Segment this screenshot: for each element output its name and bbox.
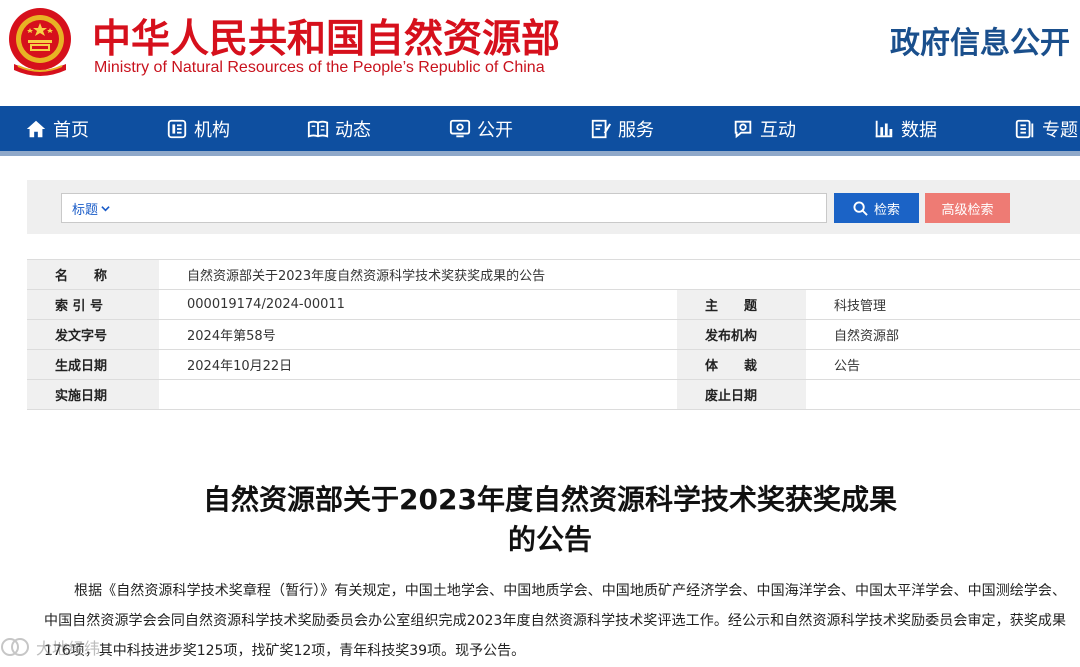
org-icon	[167, 119, 187, 138]
search-button-label: 检索	[873, 202, 900, 218]
index-label: 索 引 号	[27, 289, 159, 320]
nav-item-topic[interactable]: 专题	[1014, 106, 1078, 151]
nav-item-interact[interactable]: 互动	[732, 106, 796, 151]
search-box: 标题	[61, 193, 827, 223]
issuer-value: 自然资源部	[806, 319, 1080, 350]
article-title: 自然资源部关于2023年度自然资源科学技术奖获奖成果 的公告	[150, 480, 950, 560]
nav-item-service[interactable]: 服务	[590, 106, 654, 151]
search-button[interactable]: 检索	[834, 193, 919, 223]
nav-item-news[interactable]: 动态	[307, 106, 371, 151]
name-value: 自然资源部关于2023年度自然资源科学技术奖获奖成果的公告	[159, 259, 1080, 290]
nav-item-label: 首页	[53, 119, 89, 141]
nav-item-label: 公开	[477, 119, 513, 141]
name-label: 名 称	[27, 259, 159, 290]
table-row: 实施日期 废止日期	[27, 379, 1080, 410]
home-icon	[26, 120, 46, 137]
doc-number-label: 发文字号	[27, 319, 159, 350]
genre-value: 公告	[806, 349, 1080, 380]
topic-icon	[1015, 119, 1034, 138]
created-date-label: 生成日期	[27, 349, 159, 380]
nav-item-label: 数据	[901, 119, 937, 141]
search-field-select[interactable]: 标题	[72, 199, 110, 218]
search-icon	[853, 200, 868, 216]
genre-label: 体 裁	[677, 349, 806, 380]
site-header: 中华人民共和国自然资源部 Ministry of Natural Resourc…	[0, 0, 1080, 106]
watermark: 大地经纬	[0, 630, 150, 664]
created-date-value: 2024年10月22日	[159, 349, 677, 380]
nav-item-home[interactable]: 首页	[25, 106, 89, 151]
chat-icon	[734, 120, 752, 138]
edit-document-icon	[591, 119, 612, 138]
advanced-search-label: 高级检索	[941, 202, 994, 218]
nav-item-public[interactable]: 公开	[449, 106, 513, 151]
chevron-down-icon	[101, 206, 110, 212]
subject-value: 科技管理	[806, 289, 1080, 320]
subject-label: 主 题	[677, 289, 806, 320]
gov-info-open-label[interactable]: 政府信息公开	[890, 18, 1070, 62]
book-icon	[307, 120, 329, 138]
main-nav: 首页 机构 动态 公开 服务 互动 数据 专题	[0, 106, 1080, 156]
national-emblem-icon	[9, 8, 71, 76]
index-value: 000019174/2024-00011	[159, 289, 677, 320]
issuer-label: 发布机构	[677, 319, 806, 350]
article-body: 根据《自然资源科学技术奖章程（暂行）》有关规定，中国土地学会、中国地质学会、中国…	[44, 583, 1066, 659]
expiry-date-value	[806, 379, 1080, 410]
nav-item-data[interactable]: 数据	[873, 106, 937, 151]
nav-item-label: 专题	[1042, 119, 1078, 141]
nav-item-label: 动态	[335, 119, 371, 141]
article-title-line-1: 自然资源部关于2023年度自然资源科学技术奖获奖成果	[203, 483, 897, 516]
effective-date-label: 实施日期	[27, 379, 159, 410]
effective-date-value	[159, 379, 677, 410]
table-row: 生成日期 2024年10月22日 体 裁 公告	[27, 349, 1080, 380]
nav-item-label: 服务	[618, 119, 654, 141]
bar-chart-icon	[875, 120, 893, 137]
table-row: 索 引 号 000019174/2024-00011 主 题 科技管理	[27, 289, 1080, 320]
watermark-logo-icon	[1, 638, 29, 656]
monitor-icon	[449, 119, 471, 137]
search-field-label: 标题	[72, 203, 99, 218]
site-title-cn: 中华人民共和国自然资源部	[92, 17, 561, 62]
table-row: 发文字号 2024年第58号 发布机构 自然资源部	[27, 319, 1080, 350]
document-meta-table: 名 称 自然资源部关于2023年度自然资源科学技术奖获奖成果的公告 索 引 号 …	[27, 259, 1080, 410]
site-title-en: Ministry of Natural Resources of the Peo…	[94, 59, 545, 76]
nav-item-label: 互动	[760, 119, 796, 141]
search-area: 标题 检索 高级检索	[27, 180, 1080, 234]
doc-number-value: 2024年第58号	[159, 319, 677, 350]
table-row: 名 称 自然资源部关于2023年度自然资源科学技术奖获奖成果的公告	[27, 259, 1080, 290]
search-input[interactable]	[132, 196, 816, 220]
article-title-line-2: 的公告	[507, 523, 592, 556]
advanced-search-button[interactable]: 高级检索	[925, 193, 1010, 223]
expiry-date-label: 废止日期	[677, 379, 806, 410]
nav-item-org[interactable]: 机构	[166, 106, 230, 151]
nav-item-label: 机构	[194, 119, 230, 141]
watermark-text: 大地经纬	[36, 639, 101, 658]
